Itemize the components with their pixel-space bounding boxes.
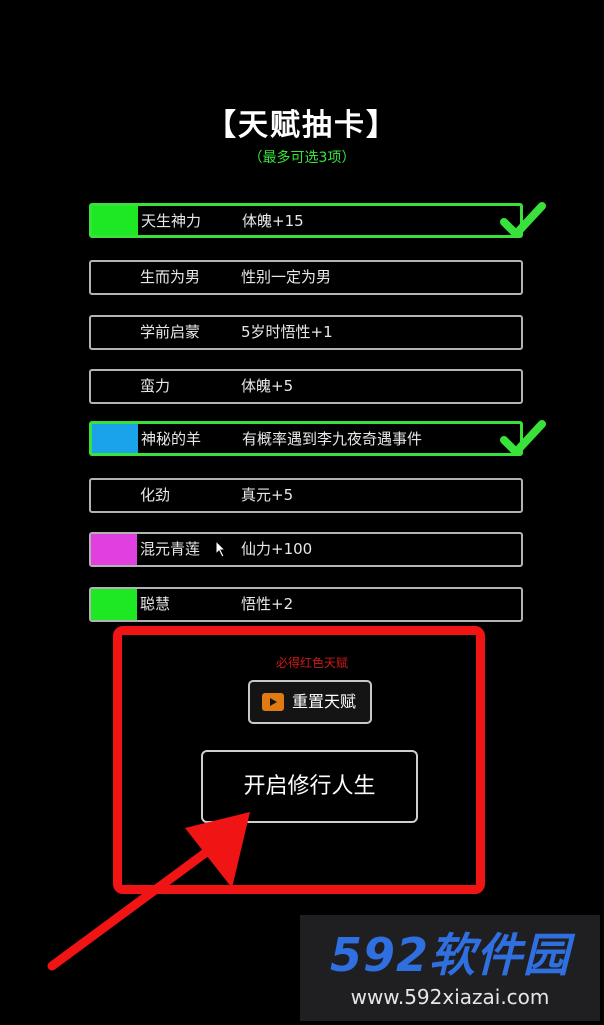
talent-desc: 真元+5 [241,486,294,504]
talent-name: 蛮力 [140,377,171,395]
talent-desc: 有概率遇到李九夜奇遇事件 [242,430,423,448]
talent-name: 混元青莲 [140,540,201,558]
checkmark-icon [500,420,546,456]
watermark: 592软件园 www.592xiazai.com [300,915,600,1021]
watermark-url: www.592xiazai.com [350,985,550,1009]
talent-desc: 性别一定为男 [241,268,332,286]
talent-desc: 悟性+2 [241,595,294,613]
hint-text: 必得红色天赋 [275,656,348,670]
talent-desc: 5岁时悟性+1 [241,323,333,341]
talent-row-5[interactable]: 神秘的羊 有概率遇到李九夜奇遇事件 [89,421,523,456]
talent-name: 天生神力 [141,212,202,230]
talent-name: 化劲 [140,486,171,504]
talent-row-1[interactable]: 天生神力 体魄+15 [89,203,523,238]
checkmark-icon [500,202,546,238]
talent-name: 聪慧 [140,595,171,613]
talent-row-6[interactable]: 化劲 真元+5 [89,478,523,513]
talent-name: 神秘的羊 [141,430,202,448]
talent-color-swatch [91,589,137,620]
talent-row-4[interactable]: 蛮力 体魄+5 [89,369,523,404]
talent-color-swatch [91,534,137,565]
page-subtitle: （最多可选3项） [248,150,356,166]
reset-talent-label: 重置天赋 [292,692,357,711]
talent-desc: 体魄+5 [241,377,294,395]
page-title: 【天赋抽卡】 [206,108,398,143]
talent-name: 学前启蒙 [140,323,201,341]
mouse-cursor-icon [215,540,227,558]
talent-row-3[interactable]: 学前启蒙 5岁时悟性+1 [89,315,523,350]
talent-row-8[interactable]: 聪慧 悟性+2 [89,587,523,622]
talent-desc: 仙力+100 [241,540,313,558]
watermark-logo: 592软件园 [329,928,571,982]
talent-desc: 体魄+15 [242,212,304,230]
talent-row-7[interactable]: 混元青莲 仙力+100 [89,532,523,567]
talent-row-2[interactable]: 生而为男 性别一定为男 [89,260,523,295]
talent-name: 生而为男 [140,268,201,286]
talent-color-swatch [92,424,138,453]
talent-color-swatch [92,206,138,235]
arrow-annotation-icon [47,812,250,971]
video-ad-icon [262,693,284,711]
reset-talent-button[interactable]: 重置天赋 [248,680,372,724]
